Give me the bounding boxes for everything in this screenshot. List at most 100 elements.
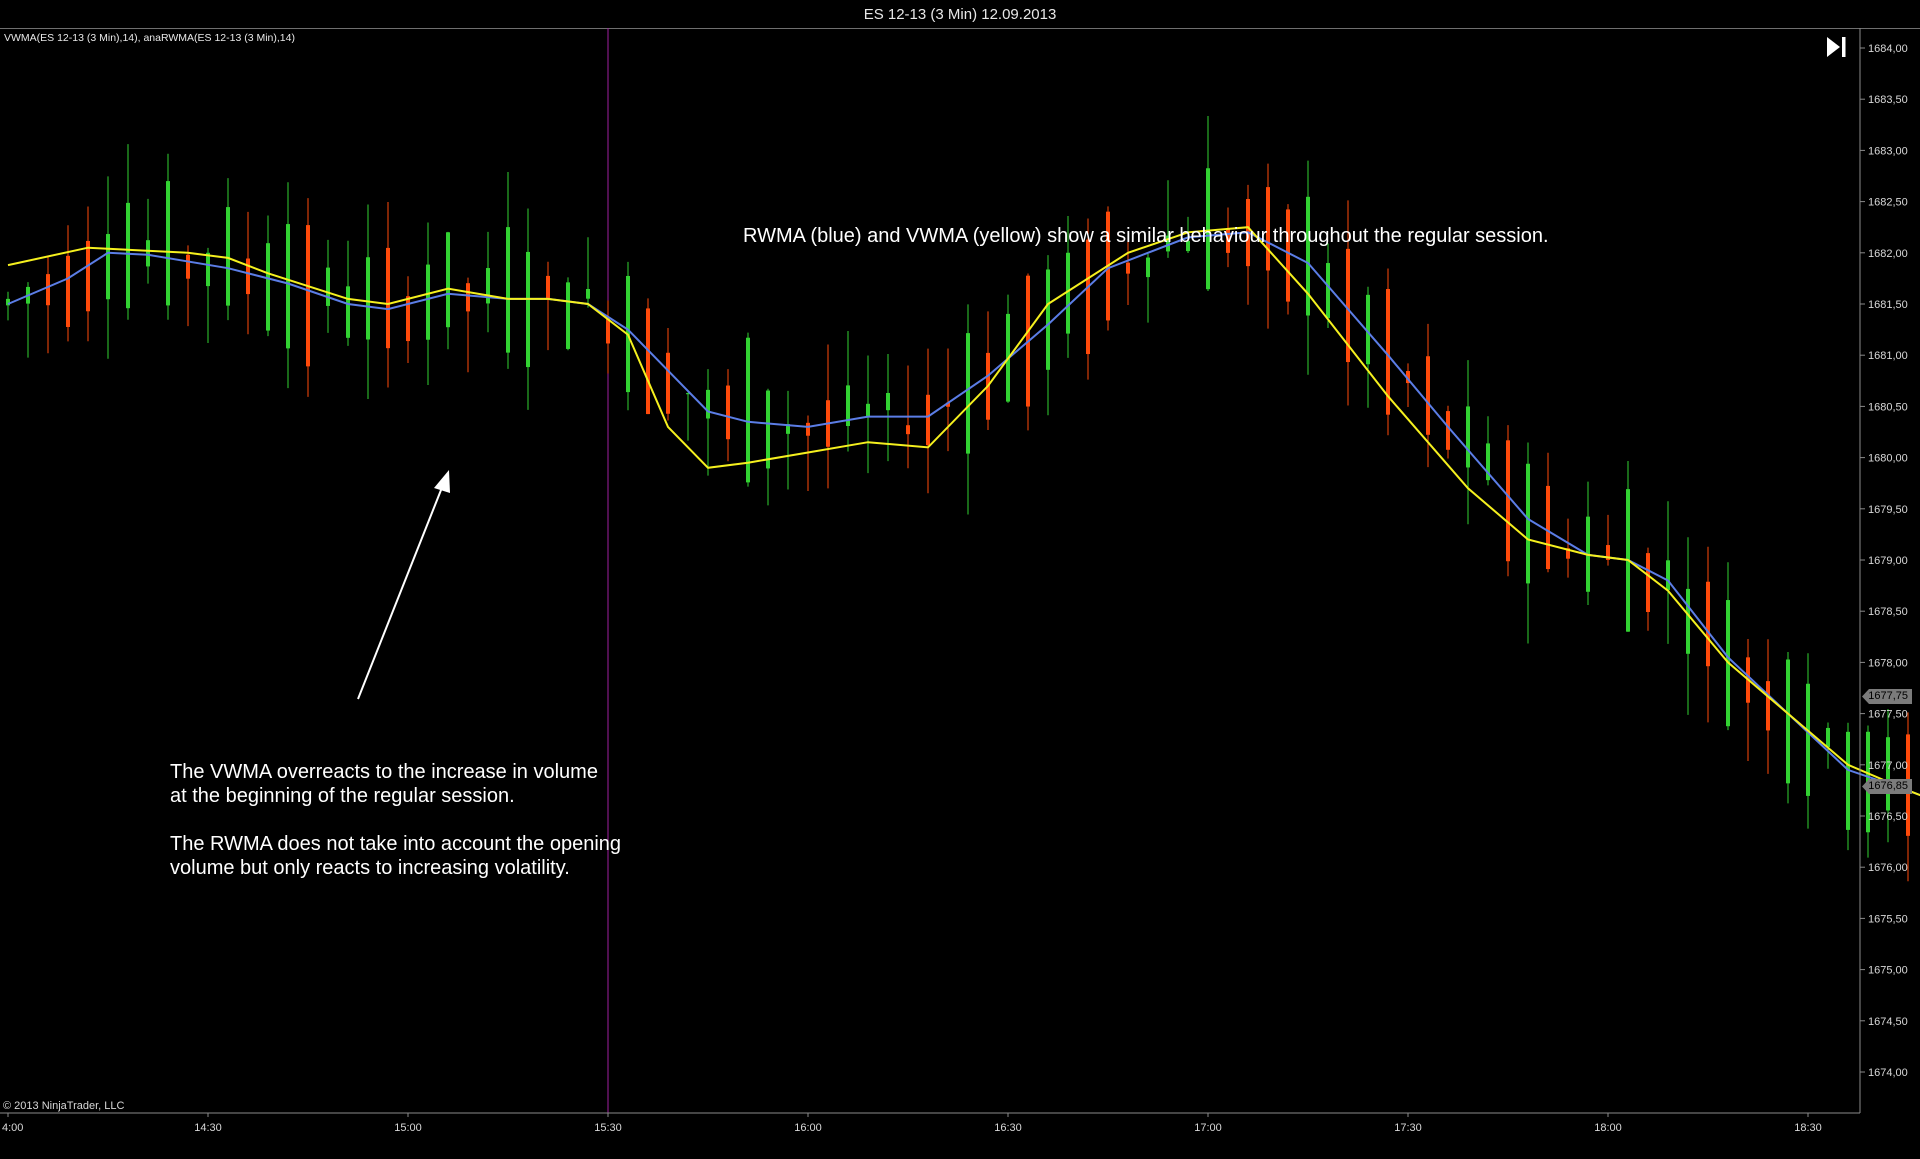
y-tick-label: 1680,00 — [1868, 453, 1908, 465]
x-tick-label: 4:00 — [2, 1122, 23, 1134]
candle-body — [806, 422, 810, 436]
candle-body — [1686, 588, 1690, 654]
candle-body — [1706, 581, 1710, 667]
candle-body — [726, 385, 730, 440]
candle-body — [506, 227, 510, 353]
candle-body — [926, 394, 930, 446]
candle-body — [1786, 659, 1790, 784]
candle-body — [326, 267, 330, 306]
y-tick-label: 1677,50 — [1868, 709, 1908, 721]
candle-body — [286, 224, 290, 349]
annotation-arrow — [357, 470, 450, 700]
y-tick-label: 1675,00 — [1868, 965, 1908, 977]
candle-body — [86, 240, 90, 312]
candle-body — [906, 425, 910, 435]
candle-body — [1086, 239, 1090, 355]
candle-body — [466, 283, 470, 312]
candle-body — [566, 282, 570, 349]
candle-body — [1506, 440, 1510, 562]
candle-body — [46, 274, 50, 306]
candle-body — [1326, 263, 1330, 319]
candle-body — [186, 254, 190, 279]
candle-body — [106, 234, 110, 300]
y-tick-label: 1674,50 — [1868, 1016, 1908, 1028]
x-tick-label: 17:30 — [1394, 1122, 1422, 1134]
candle-body — [1546, 485, 1550, 570]
candle-body — [1046, 269, 1050, 370]
y-tick-label: 1678,00 — [1868, 657, 1908, 669]
candle-body — [66, 255, 70, 327]
candle-body — [1306, 196, 1310, 316]
y-tick-label: 1679,50 — [1868, 504, 1908, 516]
candle-body — [746, 337, 750, 483]
y-tick-label: 1679,00 — [1868, 555, 1908, 567]
x-tick-label: 15:30 — [594, 1122, 622, 1134]
candle-body — [246, 258, 250, 295]
annotation-rwma: The RWMA does not take into account the … — [170, 833, 622, 879]
x-tick-label: 16:00 — [794, 1122, 822, 1134]
candle-body — [306, 225, 310, 367]
candle-body — [1146, 257, 1150, 278]
vwma-line — [7, 226, 1920, 797]
y-tick-label: 1676,00 — [1868, 862, 1908, 874]
y-tick-label: 1684,00 — [1868, 43, 1908, 55]
candle-body — [266, 243, 270, 331]
candle-body — [1426, 356, 1430, 435]
y-tick-label: 1683,00 — [1868, 145, 1908, 157]
candle-body — [886, 393, 890, 411]
candle-body — [666, 352, 670, 414]
candle-body — [1826, 727, 1830, 748]
y-tick-label: 1675,50 — [1868, 913, 1908, 925]
copyright: © 2013 NinjaTrader, LLC — [3, 1100, 125, 1112]
x-tick-label: 16:30 — [994, 1122, 1022, 1134]
y-tick-label: 1681,00 — [1868, 350, 1908, 362]
y-tick-label: 1676,50 — [1868, 811, 1908, 823]
candle-body — [1526, 463, 1530, 584]
candle-body — [366, 257, 370, 340]
candle-body — [346, 286, 350, 338]
x-tick-label: 18:30 — [1794, 1122, 1822, 1134]
candle-body — [386, 247, 390, 349]
annotation-vwma: The VWMA overreacts to the increase in v… — [170, 761, 598, 807]
candle-body — [706, 389, 710, 419]
candle-body — [586, 288, 590, 299]
candle-body — [1126, 262, 1130, 274]
x-tick-label: 14:30 — [194, 1122, 222, 1134]
candle-body — [146, 240, 150, 267]
x-tick-label: 17:00 — [1194, 1122, 1222, 1134]
rwma-line — [7, 231, 1920, 797]
candle-body — [226, 207, 230, 306]
candle-body — [166, 181, 170, 306]
y-tick-label: 1682,50 — [1868, 197, 1908, 209]
candle-body — [646, 308, 650, 415]
candle-body — [1646, 553, 1650, 612]
candle-body — [206, 252, 210, 287]
y-tick-label: 1683,50 — [1868, 94, 1908, 106]
last-price-label: 1677,75 — [1862, 689, 1912, 704]
candle-body — [966, 333, 970, 454]
candle-body — [1886, 737, 1890, 811]
x-tick-label: 15:00 — [394, 1122, 422, 1134]
candle-body — [1666, 560, 1670, 591]
price-axis: 1684,00 1683,50 1683,00 1682,50 1682,00 1681,… — [1860, 43, 1908, 1079]
candle-body — [1766, 681, 1770, 731]
candle-body — [1806, 683, 1810, 796]
top-annotation: RWMA (blue) and VWMA (yellow) show a sim… — [743, 225, 1549, 247]
y-tick-label: 1682,00 — [1868, 248, 1908, 260]
candle-body — [446, 232, 450, 328]
x-tick-label: 18:00 — [1594, 1122, 1622, 1134]
candle-body — [866, 403, 870, 417]
candle-body — [766, 390, 770, 469]
y-tick-label: 1677,00 — [1868, 760, 1908, 772]
last-price-label: 1676,85 — [1862, 779, 1912, 794]
price-chart[interactable]: 1684,00 1683,50 1683,00 1682,50 1682,00 1681,… — [0, 0, 1920, 1159]
candle-body — [1466, 406, 1470, 468]
candle-body — [526, 251, 530, 368]
candle-body — [1846, 731, 1850, 830]
time-axis: 4:00 14:30 15:00 15:30 16:00 16:30 17:00 17:30 1… — [2, 1113, 1822, 1134]
candle-body — [1446, 411, 1450, 450]
y-tick-label: 1674,00 — [1868, 1067, 1908, 1079]
y-tick-label: 1681,50 — [1868, 299, 1908, 311]
candle-body — [426, 264, 430, 340]
candle-body — [546, 275, 550, 300]
